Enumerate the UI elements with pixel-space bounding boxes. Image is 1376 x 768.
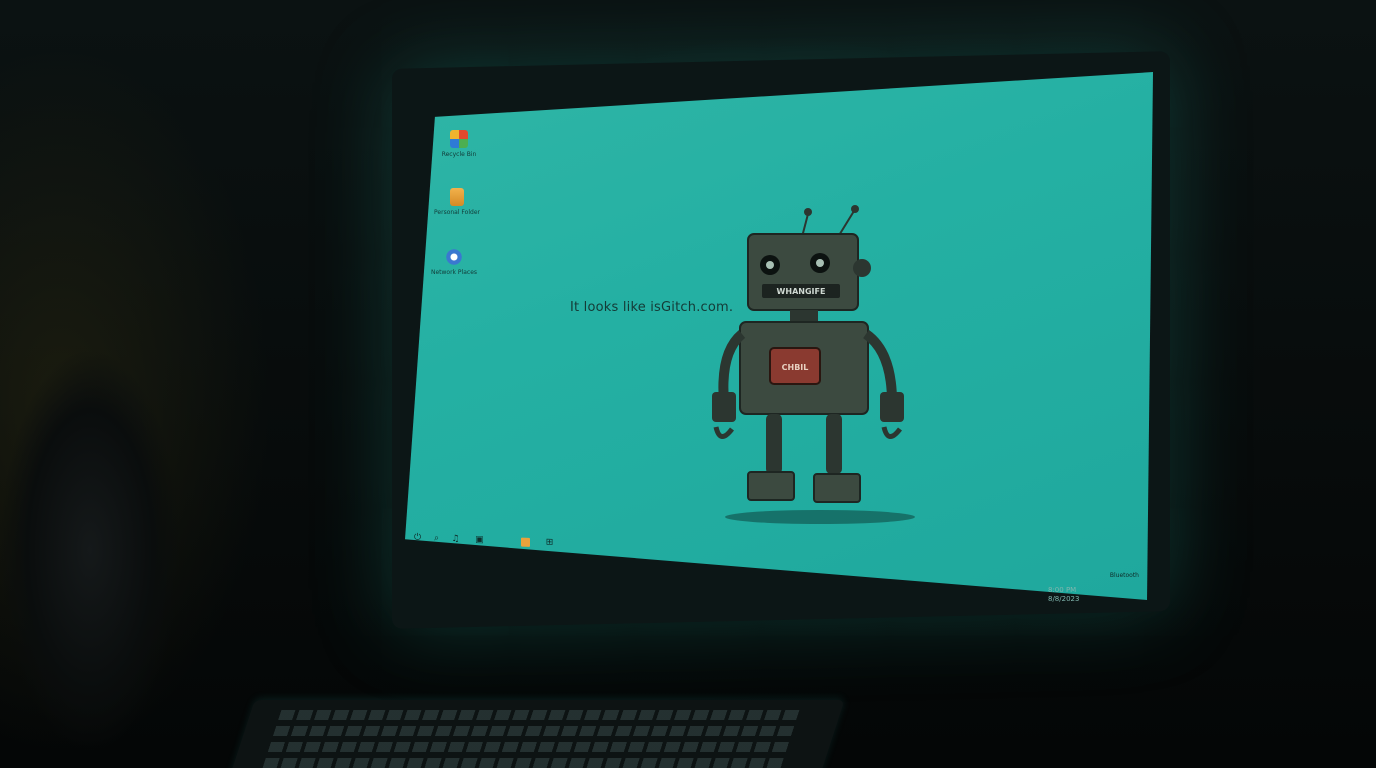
desktop-icon-label: Personal Folder	[434, 209, 480, 216]
desktop-icon-network[interactable]: Network Places	[430, 248, 478, 276]
keyboard-row	[272, 726, 797, 736]
desktop-icon-label: Network Places	[430, 269, 478, 276]
system-tray[interactable]: Bluetooth	[1110, 572, 1139, 579]
robot-chest-label: CHBIL	[782, 363, 809, 372]
clock-time: 8:00 PM	[1048, 586, 1077, 594]
tray-text: Bluetooth	[1109, 572, 1139, 579]
keyboard	[225, 700, 845, 768]
vase-silhouette	[0, 300, 190, 768]
keyboard-row	[278, 710, 802, 720]
keyboard-row	[267, 742, 791, 752]
grid-icon[interactable]: ⊞	[545, 537, 554, 547]
app-icon[interactable]: ▣	[475, 535, 484, 545]
desktop-message: It looks like isGitch.com.	[570, 300, 734, 315]
scene: Recycle Bin Personal Folder Network Plac…	[0, 0, 1376, 768]
folder-icon[interactable]	[521, 537, 530, 547]
clock-date: 8/8/2023	[1048, 595, 1080, 603]
robot-illustration: WHANGIFE CHBIL	[712, 205, 915, 524]
keyboard-row	[262, 758, 786, 768]
desktop-icon-personal-folder[interactable]: Personal Folder	[433, 188, 481, 216]
robot-face-label: WHANGIFE	[777, 287, 826, 296]
network-icon	[445, 248, 463, 266]
music-icon[interactable]: ♫	[451, 534, 460, 544]
windows-logo-icon	[450, 130, 468, 148]
desktop-icon-label: Recycle Bin	[441, 151, 477, 158]
monitor-screen: Recycle Bin Personal Folder Network Plac…	[405, 72, 1153, 600]
desktop-icon-recycle-bin[interactable]: Recycle Bin	[435, 130, 483, 158]
taskbar-clock[interactable]: 8:00 PM 8/8/2023	[1048, 586, 1079, 604]
folder-icon	[450, 188, 464, 206]
